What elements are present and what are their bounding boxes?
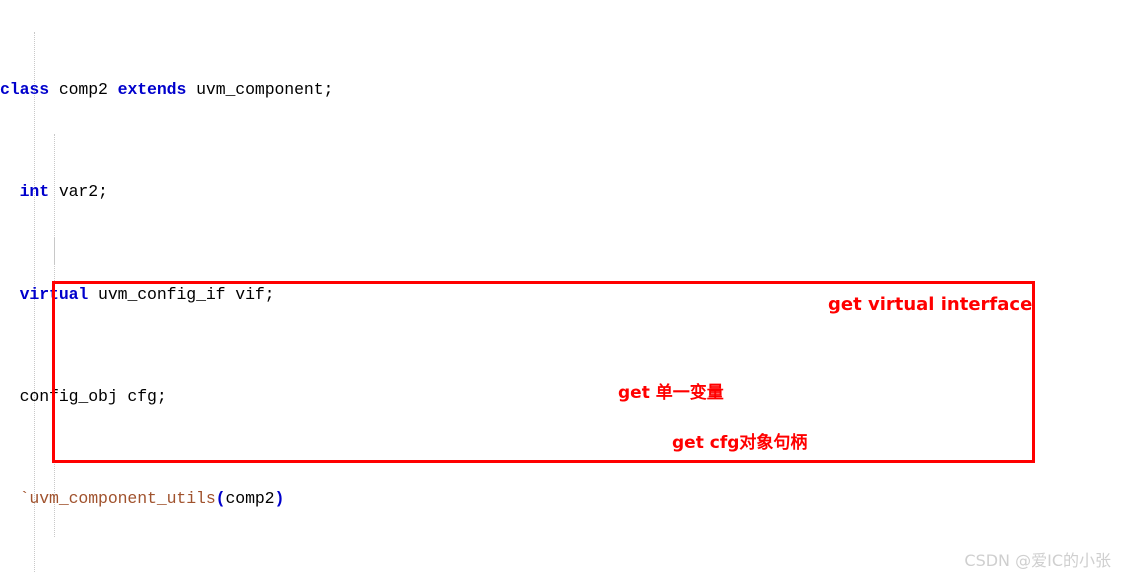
code-line: config_obj cfg; xyxy=(19,386,167,406)
code-screenshot: class comp2 extends uvm_component; int v… xyxy=(0,0,1127,583)
code-line: `uvm_component_utils(comp2) xyxy=(19,489,285,509)
annotation-get-virtual-interface: get virtual interface xyxy=(828,294,1033,315)
annotation-get-single-variable: get 单一变量 xyxy=(618,383,724,403)
csdn-watermark: CSDN @爱IC的小张 xyxy=(964,551,1111,570)
code-block[interactable]: class comp2 extends uvm_component; int v… xyxy=(0,0,1127,583)
code-line: int var2; xyxy=(19,182,108,202)
code-line: class comp2 extends uvm_component; xyxy=(0,79,334,99)
annotation-get-cfg-object-handle: get cfg对象句柄 xyxy=(672,433,808,453)
